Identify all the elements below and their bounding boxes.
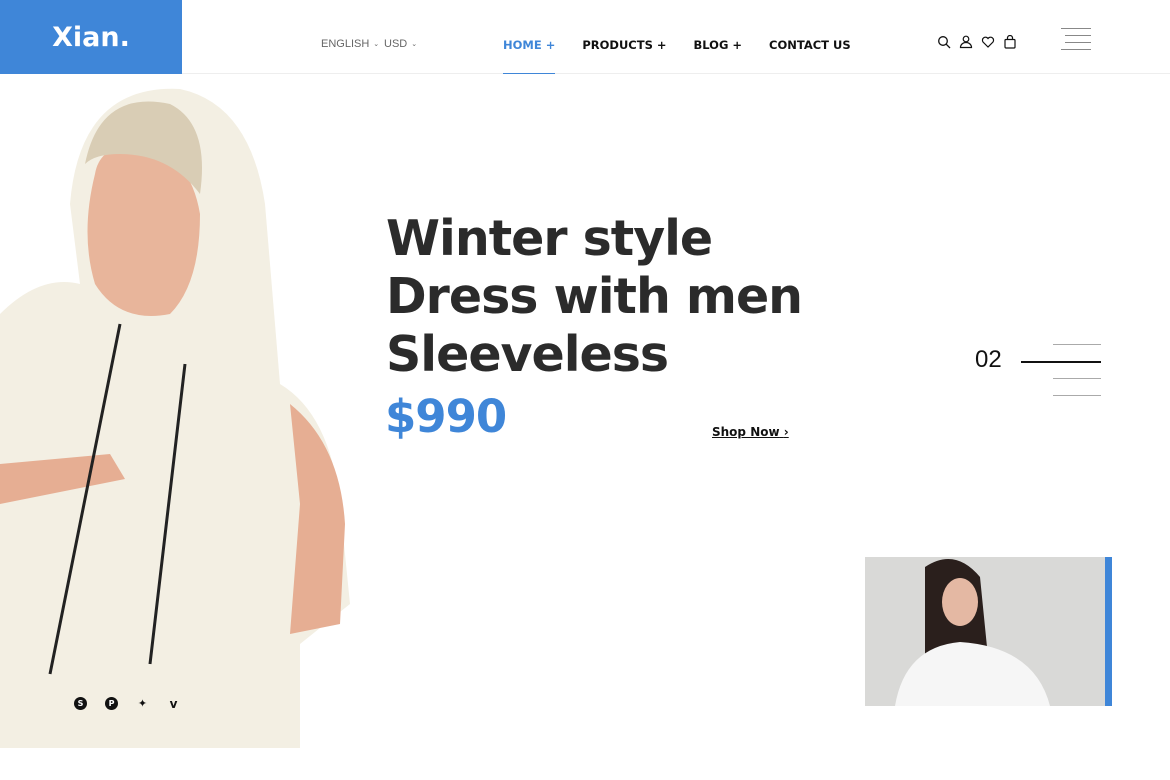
language-label: ENGLISH (321, 38, 370, 50)
search-icon[interactable] (937, 35, 951, 49)
hero-title: Winter style Dress with men Sleeveless (386, 210, 803, 384)
user-icon[interactable] (959, 35, 973, 49)
chevron-down-icon: ⌄ (411, 41, 418, 48)
hero-model-image (0, 88, 350, 748)
nav-products[interactable]: PRODUCTS + (582, 38, 666, 52)
nav-contact[interactable]: CONTACT US (769, 38, 851, 52)
chevron-down-icon: ⌄ (373, 41, 380, 48)
thumbnail-accent-bar (1105, 557, 1112, 706)
header-divider (182, 73, 1170, 74)
nav-home[interactable]: HOME + (503, 38, 556, 74)
hero-title-line: Winter style (386, 210, 713, 267)
hero-title-line: Dress with men (386, 268, 803, 325)
pinterest-icon[interactable]: P (105, 697, 118, 710)
language-selector[interactable]: ENGLISH ⌄ (321, 38, 379, 50)
chevron-right-icon: › (783, 425, 789, 439)
shop-now-label: Shop Now (712, 425, 780, 439)
nav-blog[interactable]: BLOG + (694, 38, 743, 52)
slide-number: 02 (975, 346, 1002, 373)
social-links: S P ✦ v (74, 697, 180, 711)
shopping-bag-icon[interactable] (1003, 35, 1017, 49)
currency-label: USD (384, 38, 408, 50)
hero-price: $990 (385, 390, 507, 443)
hamburger-menu-icon[interactable] (1061, 28, 1091, 56)
featured-product-thumbnail[interactable] (865, 557, 1105, 706)
shop-now-link[interactable]: Shop Now › (712, 425, 789, 439)
main-nav: HOME + PRODUCTS + BLOG + CONTACT US (503, 38, 851, 74)
hero-title-line: Sleeveless (386, 326, 669, 383)
header-icons (937, 35, 1017, 49)
currency-selector[interactable]: USD ⌄ (384, 38, 417, 50)
vimeo-icon[interactable]: v (167, 697, 180, 711)
skype-icon[interactable]: S (74, 697, 87, 710)
twitter-icon[interactable]: ✦ (136, 697, 149, 710)
heart-icon[interactable] (981, 35, 995, 49)
logo[interactable]: Xian. (0, 0, 182, 74)
woman-portrait-image (895, 559, 1050, 706)
